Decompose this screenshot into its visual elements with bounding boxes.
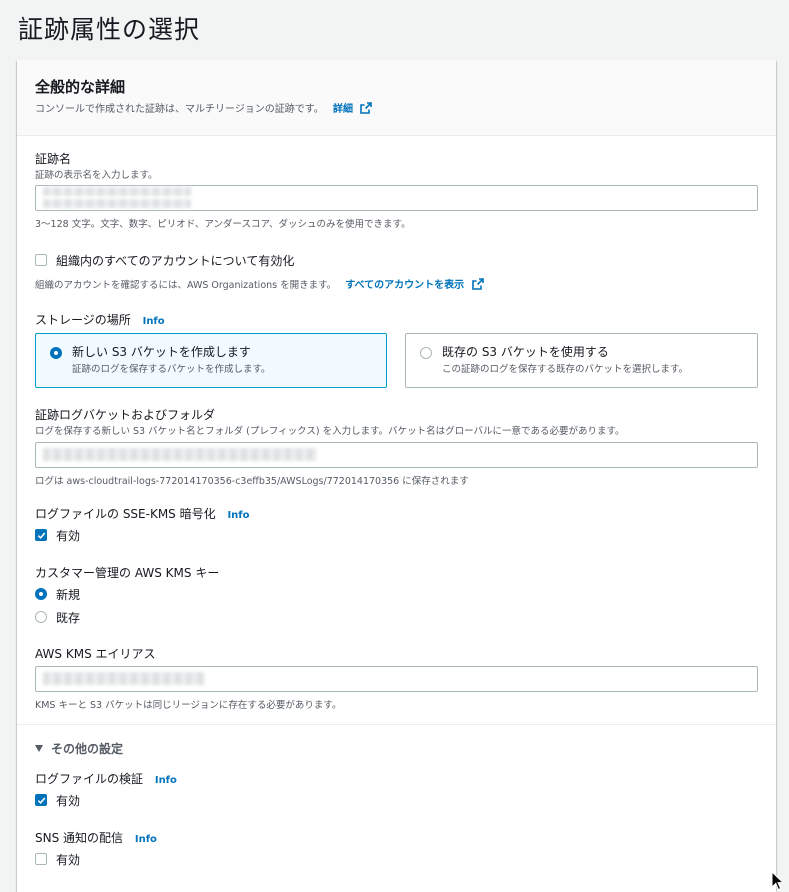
view-all-accounts-link[interactable]: すべてのアカウントを表示	[345, 278, 484, 291]
storage-new-title: 新しい S3 バケットを作成します	[72, 345, 251, 359]
section-divider	[17, 724, 776, 725]
kms-new-radio[interactable]	[35, 588, 47, 600]
kms-existing-label[interactable]: 既存	[56, 609, 80, 626]
storage-option-new-bucket[interactable]: 新しい S3 バケットを作成します 証跡のログを保存するバケットを作成します。	[35, 333, 387, 388]
org-enable-checkbox[interactable]	[35, 254, 47, 266]
sns-label: SNS 通知の配信 Info	[35, 829, 157, 846]
sns-info-link[interactable]: Info	[135, 834, 157, 845]
sse-enabled-label[interactable]: 有効	[56, 527, 80, 544]
kms-label: カスタマー管理の AWS KMS キー	[35, 566, 220, 580]
trail-name-description: 証跡の表示名を入力します。	[35, 170, 158, 181]
details-link-label: 詳細	[333, 104, 353, 115]
panel-description-text: コンソールで作成された証跡は、マルチリージョンの証跡です。	[35, 104, 324, 115]
sse-label-text: ログファイルの SSE-KMS 暗号化	[35, 507, 216, 521]
sse-enabled-checkbox[interactable]	[35, 529, 47, 541]
bucket-hint: ログは aws-cloudtrail-logs-772014170356-c3e…	[35, 476, 469, 487]
redacted-alias	[43, 672, 205, 685]
panel-title: 全般的な詳細	[35, 78, 126, 96]
sse-info-link[interactable]: Info	[227, 510, 249, 521]
org-hint-text: 組織のアカウントを確認するには、AWS Organizations を開きます。	[35, 280, 337, 291]
external-link-icon	[360, 102, 373, 114]
storage-label: ストレージの場所 Info	[35, 311, 165, 328]
redacted-bucket-name	[43, 448, 317, 461]
kms-new-label[interactable]: 新規	[56, 586, 80, 603]
org-enable-label[interactable]: 組織内のすべてのアカウントについて有効化	[56, 252, 294, 269]
validation-enabled-checkbox[interactable]	[35, 794, 47, 806]
panel-description: コンソールで作成された証跡は、マルチリージョンの証跡です。 詳細	[35, 100, 373, 115]
storage-label-text: ストレージの場所	[35, 313, 131, 327]
check-icon	[37, 532, 46, 540]
alias-hint: KMS キーと S3 バケットは同じリージョンに存在する必要があります。	[35, 700, 342, 711]
details-link[interactable]: 詳細	[333, 102, 373, 115]
trail-name-hint: 3〜128 文字。文字、数字、ピリオド、アンダースコア、ダッシュのみを使用できま…	[35, 219, 411, 230]
validation-enabled-label[interactable]: 有効	[56, 792, 80, 809]
sns-label-text: SNS 通知の配信	[35, 831, 124, 845]
other-settings-toggle[interactable]: その他の設定	[35, 740, 123, 757]
redacted-trail-name	[43, 187, 191, 196]
sns-enabled-label[interactable]: 有効	[56, 851, 80, 868]
redacted-trail-name-2	[43, 199, 191, 208]
bucket-description: ログを保存する新しい S3 バケット名とフォルダ (プレフィックス) を入力しま…	[35, 426, 625, 437]
kms-existing-radio[interactable]	[35, 611, 47, 623]
caret-down-icon	[35, 745, 43, 752]
page-title: 証跡属性の選択	[18, 15, 201, 44]
bucket-label: 証跡ログバケットおよびフォルダ	[35, 408, 216, 422]
storage-existing-radio[interactable]	[420, 347, 432, 359]
sns-enabled-checkbox[interactable]	[35, 853, 47, 865]
panel-header: 全般的な詳細 コンソールで作成された証跡は、マルチリージョンの証跡です。 詳細	[17, 60, 776, 136]
general-details-panel: 全般的な詳細 コンソールで作成された証跡は、マルチリージョンの証跡です。 詳細 …	[17, 60, 776, 892]
validation-label-text: ログファイルの検証	[35, 772, 144, 786]
check-icon	[37, 797, 46, 805]
trail-name-label: 証跡名	[35, 152, 72, 166]
storage-new-desc: 証跡のログを保存するバケットを作成します。	[72, 364, 271, 375]
validation-label: ログファイルの検証 Info	[35, 770, 177, 787]
external-link-icon	[471, 278, 484, 290]
alias-label: AWS KMS エイリアス	[35, 647, 156, 661]
storage-new-radio[interactable]	[50, 347, 62, 359]
sse-label: ログファイルの SSE-KMS 暗号化 Info	[35, 505, 250, 522]
view-all-accounts-label: すべてのアカウントを表示	[345, 280, 465, 291]
org-hint: 組織のアカウントを確認するには、AWS Organizations を開きます。…	[35, 276, 484, 291]
storage-info-link[interactable]: Info	[143, 316, 165, 327]
validation-info-link[interactable]: Info	[155, 775, 177, 786]
storage-existing-desc: この証跡のログを保存する既存のバケットを選択します。	[442, 364, 689, 375]
other-settings-label: その他の設定	[51, 742, 124, 756]
storage-existing-title: 既存の S3 バケットを使用する	[442, 345, 609, 359]
storage-option-existing-bucket[interactable]: 既存の S3 バケットを使用する この証跡のログを保存する既存のバケットを選択し…	[405, 333, 758, 388]
mouse-cursor-icon	[771, 871, 785, 891]
